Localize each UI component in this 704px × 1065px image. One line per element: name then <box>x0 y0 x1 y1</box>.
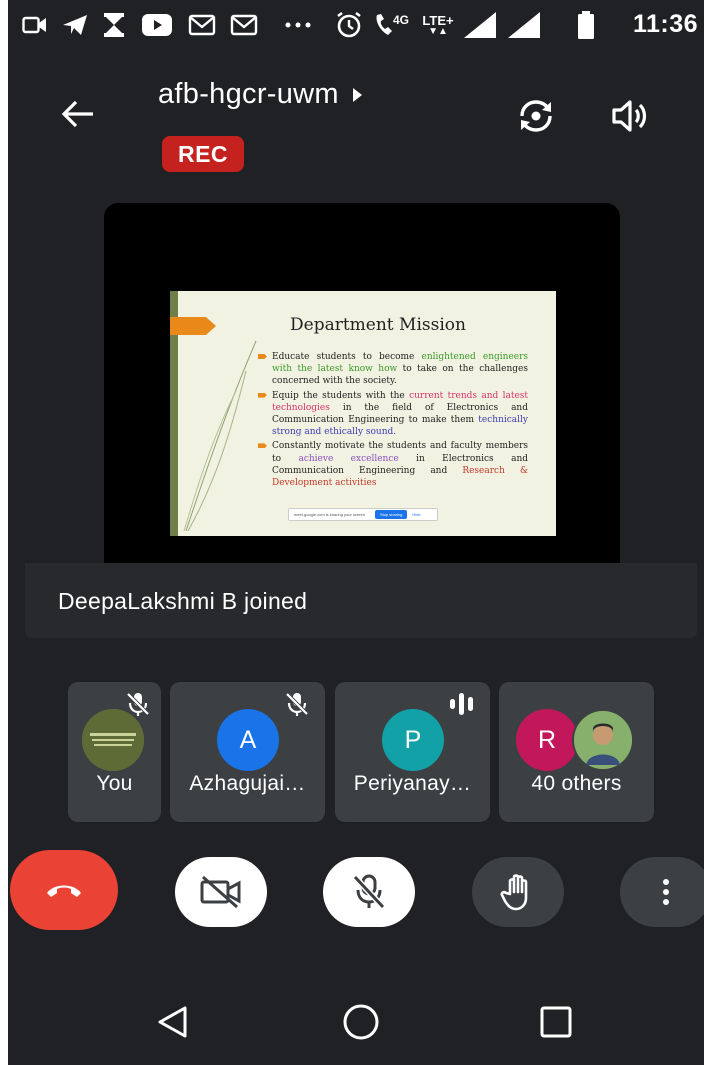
raise-hand-button[interactable] <box>472 857 564 927</box>
camera-off-icon <box>200 875 241 909</box>
switch-camera-icon <box>520 100 552 132</box>
switch-camera-button[interactable] <box>514 94 558 138</box>
presentation-view[interactable]: Department Mission Educate students to b… <box>104 203 620 563</box>
nav-back-icon <box>158 1006 187 1038</box>
slide-bullets: Educate students to become enlightened e… <box>262 351 528 491</box>
nav-home-button[interactable] <box>331 992 391 1052</box>
mic-off-icon <box>352 874 386 910</box>
speaker-button[interactable] <box>608 94 652 138</box>
clock: 11:36 <box>632 10 698 38</box>
signal-icon <box>460 10 500 40</box>
slide-bullet: Constantly motivate the students and fac… <box>262 440 528 489</box>
nav-recents-icon <box>540 1006 572 1038</box>
join-notification: DeepaLakshmi B joined <box>25 563 697 638</box>
participant-tile-you[interactable]: You <box>68 682 161 822</box>
participant-name: Azhagujai… <box>189 772 306 795</box>
meeting-code[interactable]: afb-hgcr-uwm <box>158 78 362 111</box>
avatar: A <box>217 709 279 771</box>
speaking-indicator-icon <box>447 690 477 718</box>
participant-name: 40 others <box>531 772 622 795</box>
lte-label: LTE+ <box>422 12 454 28</box>
volte-call-icon: 4G <box>370 10 412 40</box>
gmail-icon <box>186 10 218 40</box>
mic-off-icon <box>282 690 312 718</box>
screen-share-bar: meet.google.com is sharing your screen S… <box>288 508 438 521</box>
avatar <box>82 709 144 771</box>
hide-button[interactable]: Hide <box>412 512 420 517</box>
youtube-icon <box>140 10 174 40</box>
gmail-icon <box>228 10 260 40</box>
mic-toggle-button[interactable] <box>323 857 415 927</box>
participant-tile[interactable]: A Azhagujai… <box>170 682 325 822</box>
status-bar: 4G LTE+ ▼▲ 11:36 <box>8 0 704 50</box>
back-button[interactable] <box>56 92 100 136</box>
signal-icon <box>504 10 544 40</box>
participant-name: You <box>96 772 133 795</box>
slide-decoration <box>183 340 257 531</box>
slide-bullet: Educate students to become enlightened e… <box>262 351 528 388</box>
alarm-icon <box>334 10 364 40</box>
share-bar-text: meet.google.com is sharing your screen <box>294 512 365 517</box>
more-vert-icon <box>663 879 669 905</box>
telegram-icon <box>60 10 90 40</box>
avatar-photo <box>572 709 634 771</box>
nav-back-button[interactable] <box>142 992 202 1052</box>
lte-icon: LTE+ ▼▲ <box>422 12 454 37</box>
back-arrow-icon <box>61 100 93 128</box>
participant-name: Periyanay… <box>353 772 472 795</box>
meet-screen: 4G LTE+ ▼▲ 11:36 afb-hgcr-uwm REC Depart… <box>8 0 704 1065</box>
video-notification-icon <box>20 10 50 40</box>
participant-tile[interactable]: P Periyanay… <box>335 682 490 822</box>
more-options-button[interactable] <box>620 857 704 927</box>
battery-icon <box>574 10 598 40</box>
nav-home-icon <box>343 1004 379 1040</box>
slide-bullet: Equip the students with the current tren… <box>262 390 528 439</box>
stop-sharing-button[interactable]: Stop sharing <box>374 510 408 519</box>
slide-title: Department Mission <box>290 315 466 335</box>
speaker-icon <box>612 100 647 132</box>
expand-caret-icon <box>352 87 362 102</box>
join-notification-text: DeepaLakshmi B joined <box>58 588 308 614</box>
recording-badge: REC <box>162 136 244 172</box>
camera-toggle-button[interactable] <box>175 857 267 927</box>
avatar: R <box>516 709 578 771</box>
more-dots-icon <box>278 10 318 40</box>
nav-recents-button[interactable] <box>526 992 586 1052</box>
avatar: P <box>382 709 444 771</box>
shared-slide: Department Mission Educate students to b… <box>170 291 556 536</box>
meeting-code-text: afb-hgcr-uwm <box>158 78 339 110</box>
participant-tile-others[interactable]: R 40 others <box>499 682 654 822</box>
hourglass-icon <box>100 10 128 40</box>
network-label: 4G <box>392 13 409 27</box>
end-call-button[interactable] <box>10 850 118 930</box>
raise-hand-icon <box>500 874 528 911</box>
end-call-icon <box>47 885 81 897</box>
